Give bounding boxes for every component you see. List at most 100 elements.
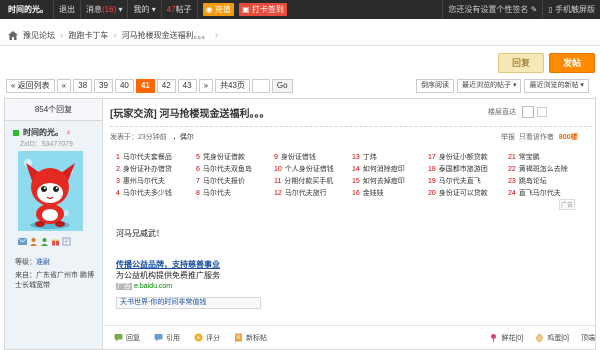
page-link[interactable]: 42 xyxy=(156,79,176,93)
message-icon[interactable] xyxy=(18,237,27,246)
back-to-top-link[interactable]: 顶端 xyxy=(581,333,595,343)
ad-link[interactable]: 11 分期付款买手机 xyxy=(274,176,334,188)
reply-action[interactable]: 回复 xyxy=(114,333,140,343)
only-author-link[interactable]: 只看该作者 xyxy=(519,134,554,141)
coins-link[interactable]: 47帖子 xyxy=(162,0,198,19)
blog-icon[interactable] xyxy=(62,237,71,246)
rate-action[interactable]: + 评分 xyxy=(194,333,220,343)
page-link[interactable]: 39 xyxy=(94,79,113,93)
ad-link[interactable]: 17 身份证小额贷款 xyxy=(428,152,488,164)
recent-posts-dropdown[interactable]: 最近浏览的帖子 ▾ xyxy=(457,79,522,93)
ad-link[interactable]: 5 凭身份证借款 xyxy=(196,152,252,164)
gift-icon[interactable] xyxy=(51,237,60,246)
new-post-button[interactable]: 发帖 xyxy=(549,53,595,73)
flower-action[interactable]: 鲜花[0] xyxy=(489,333,523,343)
page-link[interactable]: 40 xyxy=(114,79,134,93)
checkin-button[interactable]: ▣ 打卡签到 xyxy=(239,3,287,16)
level-value[interactable]: 准尉 xyxy=(36,259,50,266)
post-title-text: 河马抢楼现金送福利。。。 xyxy=(159,109,270,120)
logout-link[interactable]: 退出 xyxy=(54,0,81,19)
messages-label: 消息 xyxy=(86,5,102,14)
ad-link[interactable]: 18 泰国都市旅游团 xyxy=(428,164,488,176)
floor-jump-checkbox[interactable] xyxy=(537,107,547,117)
ad-link[interactable]: 12 马尔代夫旅行 xyxy=(274,188,334,200)
author-sidebar: 854个回复 时间的光。 ♀ ZxID：53477079 等级：准尉 来自：广东… xyxy=(5,99,103,349)
ad-link[interactable]: 15 如何去掉痘印 xyxy=(352,176,405,188)
ad-link[interactable]: 8 马尔代夫 xyxy=(196,188,252,200)
svg-text:+: + xyxy=(196,335,201,342)
reply-button[interactable]: 回复 xyxy=(498,53,544,73)
first-page-button[interactable]: « xyxy=(56,79,72,93)
ad-column: 5 凭身份证借款 6 马尔代夫双鱼岛 7 马尔代夫报价 8 马尔代夫 xyxy=(196,152,252,200)
banner-ad[interactable]: 传播公益品牌，支持慈善事业 为公益机构提供免费推广服务 广告 e.baidu.co… xyxy=(116,259,286,294)
report-action[interactable]: 新标帖 xyxy=(234,333,267,343)
ad-link[interactable]: 20 身份证可以贷款 xyxy=(428,188,488,200)
home-icon[interactable] xyxy=(8,31,18,40)
ad-link[interactable]: 13 丁炜 xyxy=(352,152,405,164)
messages-link[interactable]: 消息(16) ▾ xyxy=(81,0,129,19)
ad-link[interactable]: 1 马尔代夫套餐品 xyxy=(116,152,172,164)
ad-link[interactable]: 4 马尔代夫多少钱 xyxy=(116,188,172,200)
post-time: 发表于：23分钟前 xyxy=(110,134,167,141)
ad-link[interactable]: 2 身份证补办借贷 xyxy=(116,164,172,176)
avatar[interactable] xyxy=(18,151,83,231)
ad-link[interactable]: 14 如何消除痘印 xyxy=(352,164,405,176)
banner-ad-headline[interactable]: 传播公益品牌，支持慈善事业 xyxy=(116,259,286,270)
mobile-link[interactable]: ▯ 手机触屏版 xyxy=(542,0,600,19)
back-to-list-button[interactable]: « 返回列表 xyxy=(6,79,55,93)
recent-new-posts-dropdown[interactable]: 最近浏览的新帖 ▾ xyxy=(524,79,589,93)
signature-link[interactable]: 天书世界-你的时间非常值钱 xyxy=(116,297,261,309)
ad-column: 21 常宝鹏 22 黄褐斑怎么去除 23 跳岛论坛 24 直飞马尔代夫 xyxy=(508,152,568,200)
ad-link[interactable]: 21 常宝鹏 xyxy=(508,152,568,164)
sort-bar: 倒序阅读 最近浏览的帖子 ▾ 最近浏览的新帖 ▾ xyxy=(413,79,589,93)
ad-link[interactable]: 7 马尔代夫报价 xyxy=(196,176,252,188)
report-icon xyxy=(235,333,242,342)
breadcrumb-item-forum[interactable]: 豫见论坛 xyxy=(23,30,55,41)
total-pages: 共43页 xyxy=(215,79,250,93)
author-link[interactable]: ，偶尔 xyxy=(173,134,194,141)
rate-action-label: 评分 xyxy=(206,334,220,342)
ad-link[interactable]: 16 金娃娃 xyxy=(352,188,405,200)
egg-action[interactable]: 鸡蛋[0] xyxy=(535,333,569,343)
signature-prompt[interactable]: 您还没有设置个性签名 ✎ xyxy=(442,0,542,19)
add-friend-icon[interactable] xyxy=(29,237,38,246)
ad-link[interactable]: 22 黄褐斑怎么去除 xyxy=(508,164,568,176)
author-name[interactable]: 时间的光。 ♀ xyxy=(13,127,71,138)
edit-icon: ✎ xyxy=(530,5,538,14)
reverse-order-button[interactable]: 倒序阅读 xyxy=(416,79,454,93)
floor-jump-label: 楼层直达 xyxy=(488,109,516,116)
online-status-icon xyxy=(13,129,19,136)
post-meta-right: 举报 只看该作者 800楼 xyxy=(501,132,578,142)
ad-link[interactable]: 19 马尔代夫直飞 xyxy=(428,176,488,188)
calendar-icon: ▣ xyxy=(242,5,250,14)
username-link[interactable]: 时间的光。 xyxy=(0,0,54,19)
breadcrumb-item-thread[interactable]: 河马抢楼现金送福利。。。 xyxy=(122,30,210,41)
page-link[interactable]: 38 xyxy=(73,79,93,93)
post-main: [玩家交流] 河马抢楼现金送福利。。。 楼层直达 发表于：23分钟前 ，偶尔 举报… xyxy=(104,99,595,349)
quote-icon xyxy=(154,334,163,342)
ad-link[interactable]: 6 马尔代夫双鱼岛 xyxy=(196,164,252,176)
go-button[interactable]: Go xyxy=(271,79,293,93)
chevron-right-icon: › xyxy=(214,30,219,41)
next-page-button[interactable]: » xyxy=(198,79,214,93)
report-action-label: 新标帖 xyxy=(246,334,267,342)
page-number-input[interactable] xyxy=(251,79,270,93)
report-link[interactable]: 举报 xyxy=(501,134,515,141)
post-tag[interactable]: [玩家交流] xyxy=(110,109,157,120)
current-page[interactable]: 41 xyxy=(135,79,155,93)
page-link[interactable]: 43 xyxy=(177,79,197,93)
pagination: « 返回列表 « 38 39 40 41 42 43 » 共43页 Go xyxy=(6,79,295,93)
profile-icon[interactable] xyxy=(40,237,49,246)
reply-icon xyxy=(114,334,123,342)
ad-link[interactable]: 9 身份证借钱 xyxy=(274,152,334,164)
ad-link[interactable]: 23 跳岛论坛 xyxy=(508,176,568,188)
floor-jump-input[interactable] xyxy=(522,106,534,118)
breadcrumb-item-board[interactable]: 跑跑卡丁车 xyxy=(68,30,108,41)
quote-action[interactable]: 引用 xyxy=(154,333,180,343)
ad-link[interactable]: 3 惠州马尔代夫 xyxy=(116,176,172,188)
ad-link[interactable]: 10 个人身份证借钱 xyxy=(274,164,334,176)
chevron-right-icon: › xyxy=(60,30,64,41)
post-container: 854个回复 时间的光。 ♀ ZxID：53477079 等级：准尉 来自：广东… xyxy=(4,98,596,350)
mine-menu[interactable]: 我的 ▾ xyxy=(128,0,162,19)
recharge-button[interactable]: ◉ 充值 xyxy=(202,3,234,16)
